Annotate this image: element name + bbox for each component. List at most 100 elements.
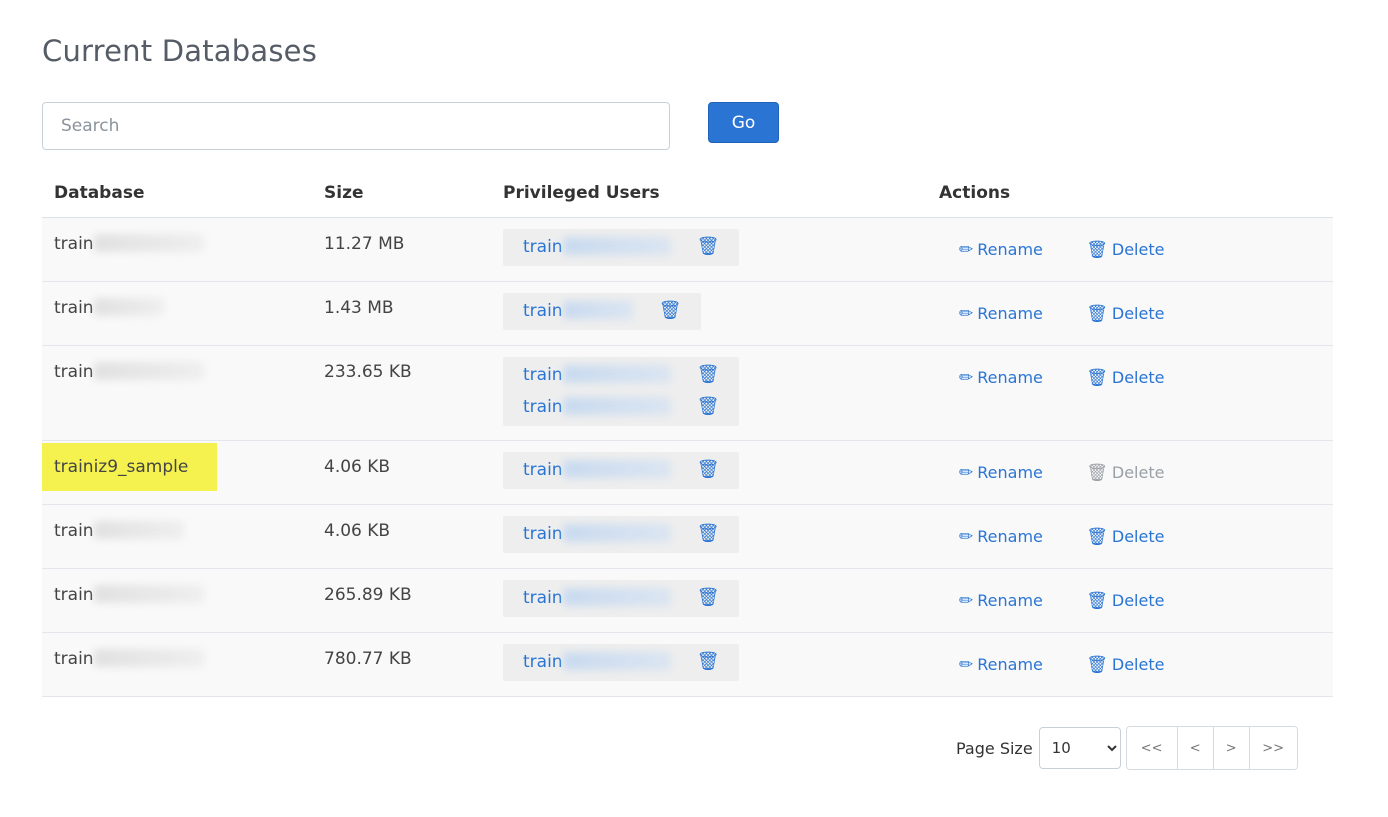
actions-cell: ✏ Rename 🗑 Delete — [927, 440, 1333, 505]
pagination: Page Size 10 << < > >> — [956, 726, 1298, 770]
database-name: train — [54, 648, 94, 669]
trash-icon[interactable]: 🗑 — [697, 398, 720, 416]
database-name: train — [54, 361, 94, 382]
trash-icon[interactable]: 🗑 — [697, 589, 720, 607]
privileged-users-cell: train 🗑 — [491, 440, 927, 505]
privileged-users-cell: train 🗑 — [491, 217, 927, 282]
database-name-cell: train — [42, 504, 312, 569]
page-size-label: Page Size — [956, 738, 1033, 758]
pencil-icon: ✏ — [959, 590, 974, 611]
trash-icon: 🗑 — [1086, 590, 1108, 611]
user-link[interactable]: train — [523, 524, 671, 544]
first-page-button[interactable]: << — [1126, 727, 1177, 769]
database-size: 11.27 MB — [312, 217, 491, 282]
trash-icon[interactable]: 🗑 — [697, 653, 720, 671]
trash-icon: 🗑 — [1086, 367, 1108, 388]
column-header-database[interactable]: Database — [42, 170, 312, 218]
user-link[interactable]: train — [523, 365, 671, 385]
user-link[interactable]: train — [523, 652, 671, 672]
trash-icon: 🗑 — [1086, 239, 1108, 260]
user-link[interactable]: train — [523, 588, 671, 608]
pencil-icon: ✏ — [959, 462, 974, 483]
database-name-cell: trainiz9_sample — [42, 440, 312, 505]
database-size: 233.65 KB — [312, 345, 491, 441]
trash-icon[interactable]: 🗑 — [659, 302, 682, 320]
redacted-text — [562, 524, 671, 542]
database-name-cell: train — [42, 281, 312, 346]
column-header-size[interactable]: Size — [312, 170, 491, 218]
user-link[interactable]: train — [523, 301, 633, 321]
search-input[interactable] — [42, 102, 670, 150]
user-link[interactable]: train — [523, 237, 671, 257]
delete-button[interactable]: 🗑 Delete — [1086, 527, 1164, 547]
redacted-text — [562, 301, 633, 319]
user-chip: train 🗑 — [503, 451, 740, 489]
redacted-text — [562, 365, 671, 383]
rename-button[interactable]: ✏ Rename — [959, 527, 1043, 547]
database-name-cell: train — [42, 568, 312, 633]
trash-icon: 🗑 — [1086, 462, 1108, 483]
database-name: train — [54, 297, 94, 318]
actions-cell: ✏ Rename 🗑 Delete — [927, 217, 1333, 282]
rename-button[interactable]: ✏ Rename — [959, 240, 1043, 260]
prev-page-button[interactable]: < — [1176, 727, 1213, 769]
user-chip: train 🗑 — [503, 643, 740, 681]
trash-icon: 🗑 — [1086, 303, 1108, 324]
pencil-icon: ✏ — [959, 367, 974, 388]
rename-button[interactable]: ✏ Rename — [959, 368, 1043, 388]
pencil-icon: ✏ — [959, 303, 974, 324]
user-chip: train 🗑 — [503, 515, 740, 553]
page-size-select[interactable]: 10 — [1038, 727, 1121, 769]
rename-button[interactable]: ✏ Rename — [959, 655, 1043, 675]
rename-button[interactable]: ✏ Rename — [959, 591, 1043, 611]
actions-cell: ✏ Rename 🗑 Delete — [927, 568, 1333, 633]
table-header-row: Database Size Privileged Users Actions — [42, 170, 1333, 218]
rename-button[interactable]: ✏ Rename — [959, 304, 1043, 324]
delete-button-disabled: 🗑 Delete — [1086, 462, 1165, 483]
pencil-icon: ✏ — [959, 654, 974, 675]
database-size: 4.06 KB — [312, 440, 491, 505]
pencil-icon: ✏ — [959, 239, 974, 260]
delete-button[interactable]: 🗑 Delete — [1086, 304, 1164, 324]
table-row: train 11.27 MB train 🗑 ✏ Rename 🗑 Delete — [42, 217, 1333, 282]
redacted-text — [93, 520, 184, 539]
user-link[interactable]: train — [523, 397, 671, 417]
go-button[interactable]: Go — [708, 102, 779, 143]
actions-cell: ✏ Rename 🗑 Delete — [927, 281, 1333, 346]
database-name-cell: train — [42, 345, 312, 441]
database-name-cell: train — [42, 217, 312, 282]
privileged-users-cell: train 🗑 — [491, 568, 927, 633]
user-chip: train 🗑 — [503, 388, 740, 426]
redacted-text — [93, 648, 204, 667]
redacted-text — [93, 297, 164, 316]
database-name: trainiz9_sample — [42, 442, 217, 491]
privileged-users-cell: train 🗑 — [491, 632, 927, 697]
actions-cell: ✏ Rename 🗑 Delete — [927, 632, 1333, 697]
databases-table: Database Size Privileged Users Actions t… — [42, 170, 1333, 697]
actions-cell: ✏ Rename 🗑 Delete — [927, 504, 1333, 569]
database-name: train — [54, 233, 94, 254]
trash-icon[interactable]: 🗑 — [697, 525, 720, 543]
database-size: 265.89 KB — [312, 568, 491, 633]
last-page-button[interactable]: >> — [1248, 727, 1297, 769]
delete-button[interactable]: 🗑 Delete — [1086, 368, 1164, 388]
next-page-button[interactable]: > — [1212, 727, 1249, 769]
user-chip: train 🗑 — [503, 228, 740, 266]
redacted-text — [93, 233, 204, 252]
pager: << < > >> — [1125, 726, 1298, 770]
database-name-cell: train — [42, 632, 312, 697]
trash-icon[interactable]: 🗑 — [697, 238, 720, 256]
delete-button[interactable]: 🗑 Delete — [1086, 591, 1164, 611]
page-title: Current Databases — [42, 34, 318, 68]
redacted-text — [562, 397, 671, 415]
trash-icon[interactable]: 🗑 — [697, 366, 720, 384]
user-link[interactable]: train — [523, 460, 671, 480]
delete-button[interactable]: 🗑 Delete — [1086, 655, 1164, 675]
redacted-text — [562, 237, 671, 255]
delete-button[interactable]: 🗑 Delete — [1086, 240, 1164, 260]
privileged-users-cell: train 🗑 — [491, 504, 927, 569]
rename-button[interactable]: ✏ Rename — [959, 463, 1043, 483]
column-header-actions: Actions — [927, 170, 1333, 218]
redacted-text — [93, 361, 204, 380]
trash-icon[interactable]: 🗑 — [697, 461, 720, 479]
